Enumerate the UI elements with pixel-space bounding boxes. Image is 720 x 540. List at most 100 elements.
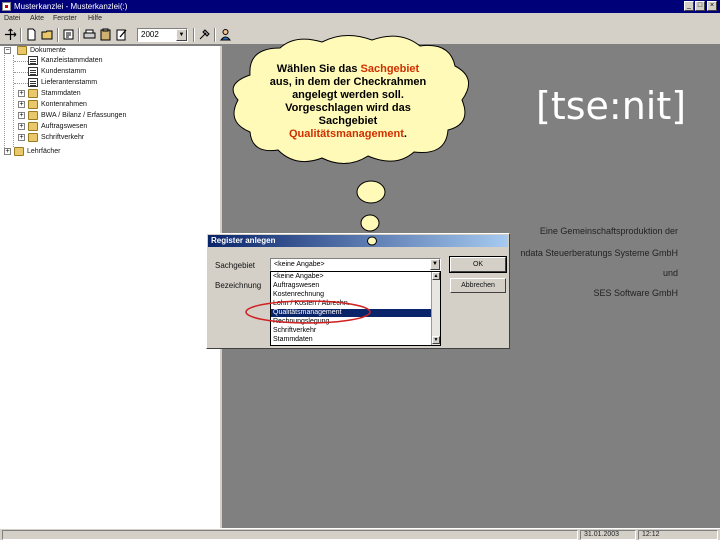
bubble-text: Wählen Sie das Sachgebiet aus, in dem de… — [258, 63, 438, 141]
status-message — [2, 530, 578, 540]
scroll-up-icon[interactable]: ▲ — [432, 272, 440, 280]
title-bar[interactable]: Musterkanzlei - Musterkanzlei(:) _ □ × — [0, 0, 720, 13]
tools-icon[interactable] — [198, 28, 211, 41]
scroll-down-icon[interactable]: ▼ — [432, 336, 440, 344]
folder-icon — [28, 89, 38, 98]
highlight-sachgebiet: Sachgebiet — [360, 63, 420, 75]
status-time: 12:12 — [638, 530, 718, 540]
tree-node-label: BWA / Bilanz / Erfassungen — [41, 112, 127, 119]
option-lohn-kosten[interactable]: Lohn / Kosten / Abrechn. — [271, 300, 431, 308]
tree-node-label: Dokumente — [30, 47, 66, 54]
option-keine-angabe[interactable]: <keine Angabe> — [271, 273, 431, 281]
toolbar-separator — [214, 28, 216, 42]
tree-node-label: Kundenstamm — [41, 68, 87, 75]
option-auftragswesen[interactable]: Auftragswesen — [271, 282, 431, 290]
doc-icon — [28, 56, 38, 65]
tree-node-label: Lehrfächer — [27, 148, 61, 155]
chevron-down-icon[interactable]: ▼ — [430, 259, 440, 270]
sachgebiet-label: Sachgebiet — [215, 261, 256, 270]
year-value: 2002 — [141, 30, 159, 39]
bubble-line: aus, in dem der Checkrahmen — [269, 76, 427, 88]
sachgebiet-dropdown[interactable]: <keine Angabe> Auftragswesen Kostenrechn… — [270, 271, 441, 346]
menu-hilfe[interactable]: Hilfe — [88, 14, 102, 24]
chevron-down-icon[interactable]: ▼ — [176, 29, 187, 41]
highlight-qualitaetsmanagement: Qualitätsmanagement — [289, 128, 404, 140]
expand-icon[interactable]: + — [18, 112, 25, 119]
toolbar-separator — [78, 28, 80, 42]
tree-node-label: Stammdaten — [41, 90, 81, 97]
properties-icon[interactable] — [62, 28, 75, 41]
option-stammdaten[interactable]: Stammdaten — [271, 336, 431, 344]
ok-button[interactable]: OK — [449, 256, 507, 273]
app-icon — [2, 2, 11, 11]
bubble-line: Qualitätsmanagement. — [289, 128, 407, 140]
option-schriftverkehr[interactable]: Schriftverkehr — [271, 327, 431, 335]
tree-node-label: Auftragswesen — [41, 123, 88, 130]
tree-node-label: Lieferantenstamm — [41, 79, 98, 86]
close-button[interactable]: × — [707, 1, 717, 11]
credit-line: ndata Steuerberatungs Systeme GmbH — [520, 248, 678, 258]
folder-icon — [28, 133, 38, 142]
toolbar-separator — [57, 28, 59, 42]
bubble-line: Wählen Sie das Sachgebiet — [276, 63, 420, 75]
window-title: Musterkanzlei - Musterkanzlei(:) — [14, 2, 128, 11]
tree-view-icon[interactable] — [4, 28, 17, 41]
cancel-button[interactable]: Abbrechen — [450, 278, 506, 293]
toolbar-separator — [193, 28, 195, 42]
open-folder-icon[interactable] — [41, 28, 54, 41]
expand-icon[interactable]: + — [18, 123, 25, 130]
clipboard-icon[interactable] — [99, 28, 112, 41]
option-rechnungslegung[interactable]: Rechnungslegung — [271, 318, 431, 326]
sachgebiet-value: <keine Angabe> — [274, 261, 325, 268]
navigation-tree: − Dokumente Kanzleistammdaten Kundenstam… — [0, 46, 222, 528]
new-document-icon[interactable] — [25, 28, 38, 41]
tree-connector — [14, 83, 28, 84]
bubble-line: Sachgebiet — [318, 115, 378, 127]
status-date: 31.01.2003 — [580, 530, 636, 540]
bezeichnung-label: Bezeichnung — [215, 281, 262, 290]
expand-icon[interactable]: + — [18, 101, 25, 108]
status-bar: 31.01.2003 12:12 — [0, 528, 720, 540]
menu-datei[interactable]: Datei — [4, 14, 20, 24]
expand-icon[interactable]: + — [18, 134, 25, 141]
expand-icon[interactable]: + — [18, 90, 25, 97]
year-select[interactable]: 2002 ▼ — [137, 28, 188, 42]
collapse-icon[interactable]: − — [4, 47, 11, 54]
user-icon[interactable] — [219, 28, 232, 41]
doc-icon — [28, 67, 38, 76]
menu-bar: Datei Akte Fenster Hilfe — [0, 13, 720, 25]
tree-connector — [14, 72, 28, 73]
folder-icon — [17, 46, 27, 55]
bubble-line: angelegt werden soll. — [292, 89, 404, 101]
toolbar: 2002 ▼ — [0, 25, 720, 45]
print-icon[interactable] — [83, 28, 96, 41]
folder-icon — [28, 100, 38, 109]
tree-connector — [4, 55, 5, 152]
folder-icon — [28, 111, 38, 120]
tree-connector — [14, 61, 28, 62]
folder-icon — [14, 147, 24, 156]
tree-connector — [13, 55, 14, 147]
dropdown-scrollbar[interactable]: ▲ ▼ — [431, 272, 440, 345]
expand-icon[interactable]: + — [4, 148, 11, 155]
minimize-button[interactable]: _ — [684, 1, 694, 11]
credit-line: Eine Gemeinschaftsproduktion der — [539, 226, 678, 236]
credit-line: SES Software GmbH — [593, 288, 678, 298]
tree-node-label: Schriftverkehr — [41, 134, 85, 141]
folder-icon — [28, 122, 38, 131]
bubble-line: Vorgeschlagen wird das — [285, 102, 411, 114]
edit-icon[interactable] — [115, 28, 128, 41]
maximize-button[interactable]: □ — [695, 1, 705, 11]
menu-fenster[interactable]: Fenster — [53, 14, 77, 24]
dialog-title[interactable]: Register anlegen — [208, 235, 508, 247]
menu-akte[interactable]: Akte — [30, 14, 44, 24]
tree-node-label: Kanzleistammdaten — [41, 57, 103, 64]
brand-logo: [tse:nit] — [536, 84, 687, 128]
credit-line: und — [662, 268, 678, 278]
option-qualitaetsmanagement[interactable]: Qualitätsmanagement — [271, 309, 431, 317]
sachgebiet-select[interactable]: <keine Angabe> ▼ — [270, 258, 441, 271]
toolbar-separator — [20, 28, 22, 42]
option-kostenrechnung[interactable]: Kostenrechnung — [271, 291, 431, 299]
register-dialog: Register anlegen Sachgebiet Bezeichnung … — [206, 233, 510, 349]
tree-node-label: Kontenrahmen — [41, 101, 87, 108]
